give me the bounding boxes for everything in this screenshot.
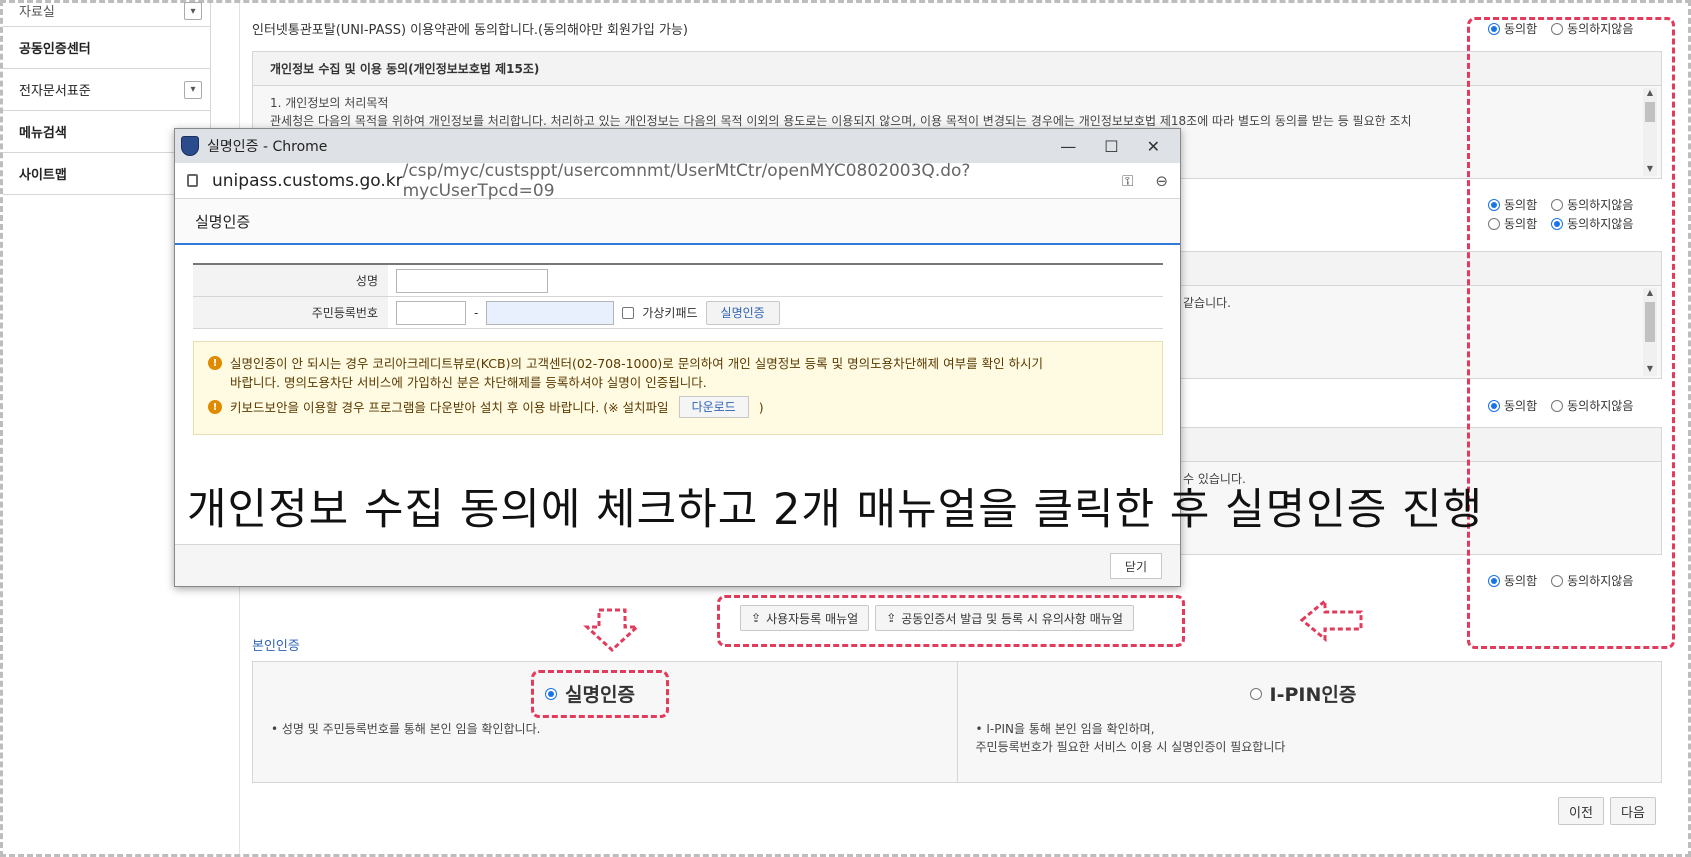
close-button[interactable]: 닫기 bbox=[1109, 553, 1162, 579]
rrn-dash: - bbox=[474, 305, 479, 320]
virtual-keypad-checkbox[interactable] bbox=[622, 306, 635, 319]
name-row: 성명 bbox=[193, 265, 1163, 297]
virtual-keypad-label: 가상키패드 bbox=[642, 306, 698, 320]
popup-titlebar[interactable]: 실명인증 - Chrome — ☐ ✕ bbox=[175, 129, 1180, 163]
privacy-line-purpose: 1. 개인정보의 처리목적 bbox=[270, 96, 389, 110]
notice-line-2: 키보드보안을 이용할 경우 프로그램을 다운받아 설치 후 이용 바랍니다. (… bbox=[230, 399, 669, 415]
auth-section-title: 본인인증 bbox=[252, 639, 300, 654]
rrn-row: 주민등록번호 - 가상키패드 실명인증 bbox=[193, 297, 1163, 329]
close-icon[interactable]: ✕ bbox=[1147, 137, 1160, 156]
minimize-icon[interactable]: — bbox=[1060, 137, 1076, 156]
notice-line-2-end: ) bbox=[758, 399, 764, 415]
down-arrow-icon bbox=[583, 608, 641, 653]
annotation-consent-highlight bbox=[1467, 17, 1675, 649]
verify-button[interactable]: 실명인증 bbox=[705, 300, 780, 325]
notice-box: ! 실명인증이 안 되시는 경우 코리아크레디트뷰로(KCB)의 고객센터(02… bbox=[193, 341, 1163, 435]
zoom-out-icon[interactable]: ⊖ bbox=[1155, 172, 1168, 190]
address-bar[interactable]: unipass.customs.go.kr/csp/myc/custsppt/u… bbox=[175, 160, 1180, 201]
name-label: 성명 bbox=[193, 265, 388, 296]
warning-icon: ! bbox=[208, 356, 222, 370]
realname-form: 성명 주민등록번호 - 가상키패드 실명인증 bbox=[193, 263, 1163, 329]
auth-options-box: 실명인증 • 성명 및 주민등록번호를 통해 본인 임을 확인합니다. I-PI… bbox=[252, 661, 1662, 783]
sidebar-item-resources[interactable]: 자료실 ▾ bbox=[3, 2, 210, 27]
notice-line-1b: 바랍니다. 명의도용차단 서비스에 가입하신 분은 차단해제를 등록하셔야 실명… bbox=[230, 375, 707, 390]
url-path: /csp/myc/custsppt/usercomnmt/UserMtCtr/o… bbox=[402, 160, 971, 201]
annotation-realname-highlight bbox=[531, 670, 669, 718]
realname-desc: • 성명 및 주민등록번호를 통해 본인 임을 확인합니다. bbox=[271, 722, 541, 736]
sidebar-item-label: 전자문서표준 bbox=[19, 84, 91, 99]
annotation-manual-highlight bbox=[717, 595, 1185, 647]
warning-icon: ! bbox=[208, 400, 222, 414]
left-arrow-icon bbox=[1299, 597, 1363, 643]
terms-agreement-text: 인터넷통관포탈(UNI-PASS) 이용약관에 동의합니다.(동의해야만 회원가… bbox=[252, 23, 688, 38]
chevron-down-icon[interactable]: ▾ bbox=[184, 80, 202, 99]
sidebar-item-label: 자료실 bbox=[19, 5, 55, 20]
prev-button[interactable]: 이전 bbox=[1558, 797, 1604, 825]
sidebar-item-label: 메뉴검색 bbox=[19, 126, 67, 141]
rrn-label: 주민등록번호 bbox=[193, 297, 388, 328]
rrn-front-input[interactable] bbox=[396, 300, 466, 325]
rrn-back-input[interactable] bbox=[486, 300, 615, 325]
chevron-down-icon[interactable]: ▾ bbox=[184, 2, 202, 20]
sidebar-item-label: 사이트맵 bbox=[19, 168, 67, 183]
sidebar-item-label: 공동인증센터 bbox=[19, 42, 91, 57]
next-button[interactable]: 다음 bbox=[1610, 797, 1656, 825]
sidebar-item-edoc-standard[interactable]: 전자문서표준 ▾ bbox=[3, 69, 210, 111]
maximize-icon[interactable]: ☐ bbox=[1104, 137, 1118, 156]
sidebar-item-cert-center[interactable]: 공동인증센터 bbox=[3, 27, 210, 69]
popup-footer: 닫기 bbox=[175, 544, 1180, 586]
download-button[interactable]: 다운로드 bbox=[678, 396, 749, 418]
ipin-desc: • I-PIN을 통해 본인 임을 확인하며, 주민등록번호가 필요한 서비스 … bbox=[975, 722, 1286, 754]
name-input[interactable] bbox=[396, 268, 548, 293]
key-icon[interactable]: ⚿ bbox=[1122, 172, 1133, 190]
popup-window-title: 실명인증 - Chrome bbox=[207, 139, 328, 155]
radio-unchecked-icon bbox=[1249, 687, 1262, 700]
privacy-box-title: 개인정보 수집 및 이용 동의(개인정보보호법 제15조) bbox=[253, 52, 1661, 86]
popup-heading: 실명인증 bbox=[175, 199, 1180, 245]
notice-line-1: 실명인증이 안 되시는 경우 코리아크레디트뷰로(KCB)의 고객센터(02-7… bbox=[230, 356, 1044, 371]
ipin-radio[interactable]: I-PIN인증 bbox=[1249, 680, 1356, 707]
customs-shield-icon bbox=[181, 136, 199, 156]
url-host: unipass.customs.go.kr bbox=[212, 170, 403, 191]
ipin-auth-option[interactable]: I-PIN인증 • I-PIN을 통해 본인 임을 확인하며, 주민등록번호가 … bbox=[956, 662, 1662, 782]
instruction-caption: 개인정보 수집 동의에 체크하고 2개 매뉴얼을 클릭한 후 실명인증 진행 bbox=[187, 485, 1484, 535]
lock-icon bbox=[187, 174, 198, 187]
